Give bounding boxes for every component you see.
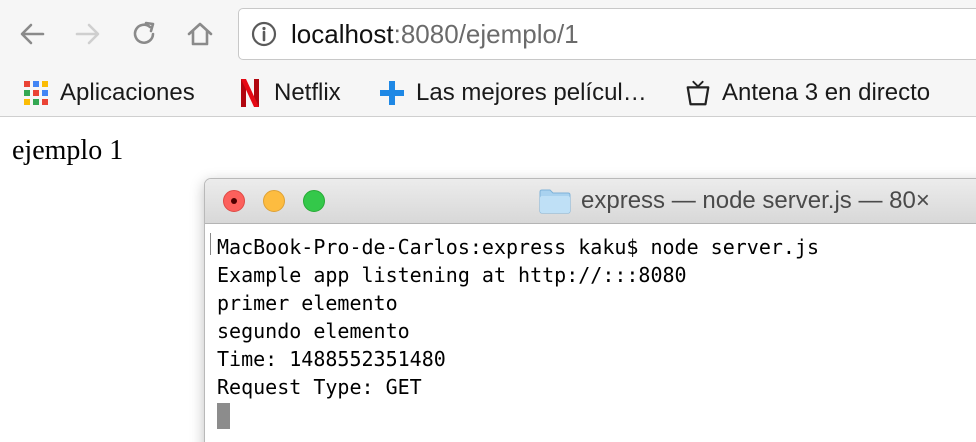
terminal-title-label: express — node server.js — 80× (581, 187, 930, 214)
terminal-line: Example app listening at http://:::8080 (217, 263, 687, 287)
page-heading-text: ejemplo 1 (12, 135, 124, 166)
minimize-window-button[interactable] (263, 190, 285, 212)
terminal-window[interactable]: express — node server.js — 80× MacBook-P… (204, 178, 976, 442)
bookmark-label: Antena 3 en directo (722, 79, 931, 106)
terminal-title: express — node server.js — 80× (539, 185, 930, 217)
url-path: :8080/ejemplo/1 (393, 19, 579, 49)
info-icon[interactable] (251, 21, 277, 47)
close-dot-icon (231, 198, 237, 204)
back-button[interactable] (12, 14, 52, 54)
plus-icon (378, 79, 406, 107)
home-button[interactable] (180, 14, 220, 54)
address-bar[interactable]: localhost:8080/ejemplo/1 (238, 8, 976, 60)
folder-icon (539, 189, 571, 214)
browser-window: localhost:8080/ejemplo/1 Aplicaciones Ne… (0, 0, 976, 442)
reload-button[interactable] (124, 14, 164, 54)
terminal-line: Time: 1488552351480 (217, 347, 446, 371)
terminal-left-edge (210, 233, 211, 255)
antena3-icon (684, 79, 712, 107)
terminal-line: Request Type: GET (217, 375, 422, 399)
terminal-line: primer elemento (217, 291, 398, 315)
maximize-window-button[interactable] (303, 190, 325, 212)
home-icon (187, 22, 213, 46)
browser-toolbar: localhost:8080/ejemplo/1 (0, 0, 976, 70)
bookmark-las-mejores-peliculas[interactable]: Las mejores películ… (378, 76, 647, 110)
forward-arrow-icon (75, 23, 100, 45)
reload-icon (133, 21, 155, 44)
close-window-button[interactable] (223, 190, 245, 212)
terminal-line: segundo elemento (217, 319, 410, 343)
bookmark-aplicaciones[interactable]: Aplicaciones (22, 76, 195, 110)
bookmark-label: Las mejores películ… (416, 79, 647, 106)
bookmark-antena-3[interactable]: Antena 3 en directo (684, 76, 930, 110)
terminal-line: MacBook-Pro-de-Carlos:express kaku$ node… (217, 235, 820, 259)
terminal-output[interactable]: MacBook-Pro-de-Carlos:express kaku$ node… (217, 233, 819, 429)
url-host: localhost (291, 19, 394, 49)
bookmark-netflix[interactable]: Netflix (236, 76, 341, 110)
terminal-titlebar[interactable]: express — node server.js — 80× (205, 179, 976, 224)
back-arrow-icon (20, 23, 45, 45)
bookmark-label: Aplicaciones (60, 79, 195, 106)
url-text[interactable]: localhost:8080/ejemplo/1 (291, 19, 579, 49)
bookmarks-bar: Aplicaciones Netflix Las mejores películ… (0, 70, 976, 117)
apps-grid-icon (22, 79, 50, 107)
bookmark-label: Netflix (274, 79, 341, 106)
forward-button[interactable] (68, 14, 108, 54)
netflix-icon (236, 79, 264, 107)
terminal-cursor (217, 403, 230, 429)
